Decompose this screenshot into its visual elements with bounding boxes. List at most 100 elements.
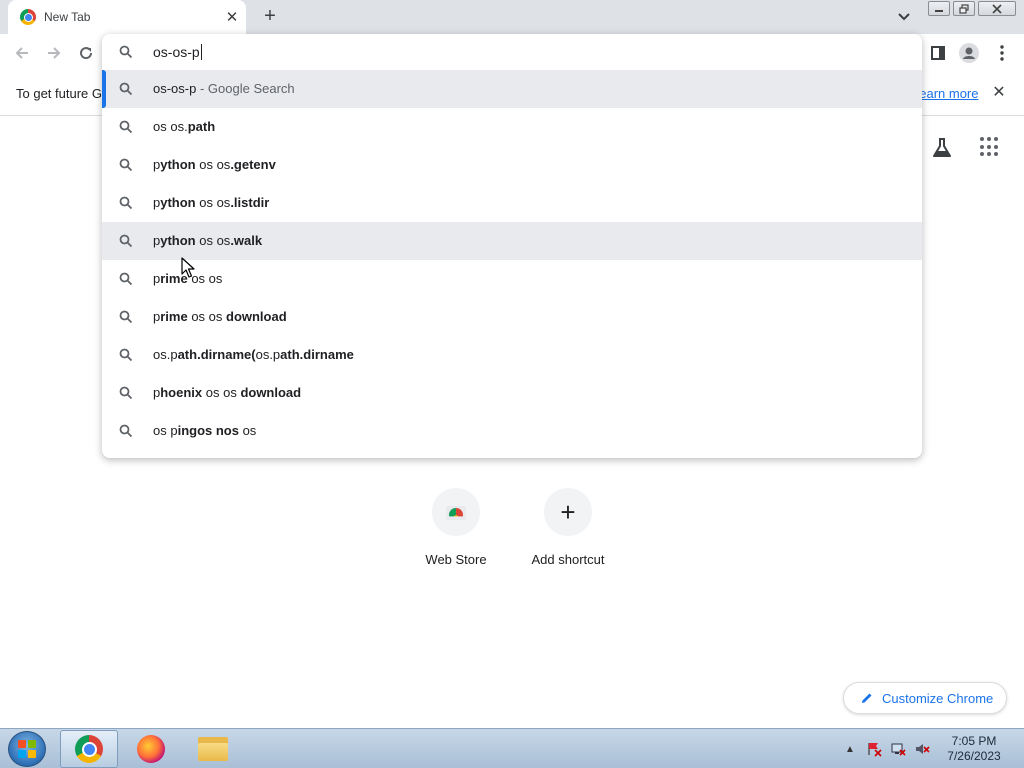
search-icon	[119, 272, 133, 286]
tab-title: New Tab	[44, 10, 91, 24]
suggestion-text: prime os os download	[153, 309, 287, 324]
suggestion-fragment: ython	[160, 195, 196, 210]
suggestion-text: phoenix os os download	[153, 385, 301, 400]
omnibox-suggestion[interactable]: python os os.walk	[102, 222, 922, 260]
clock-time: 7:05 PM	[951, 734, 997, 748]
tab-new-tab[interactable]: New Tab ✕	[8, 0, 246, 34]
firefox-icon	[137, 735, 165, 763]
omnibox-dropdown: os-os-p os-os-p - Google Search os os.pat…	[102, 34, 922, 458]
search-icon	[119, 386, 133, 400]
suggestion-fragment: os	[238, 423, 257, 438]
close-window-button[interactable]	[978, 1, 1016, 16]
tray-expand-icon[interactable]: ▲	[842, 741, 858, 757]
suggestion-fragment: os os	[187, 309, 226, 324]
chrome-menu-button[interactable]	[991, 42, 1013, 64]
taskbar-firefox[interactable]	[122, 730, 180, 768]
restore-icon	[959, 3, 969, 14]
suggestion-description: - Google Search	[196, 81, 295, 96]
omnibox-suggestion[interactable]: python os os.getenv	[102, 146, 922, 184]
suggestion-fragment: os.p	[153, 347, 178, 362]
suggestion-fragment: ath.dirname(	[177, 347, 256, 362]
new-tab-button[interactable]: +	[258, 6, 282, 28]
customize-chrome-button[interactable]: Customize Chrome	[843, 682, 1007, 714]
suggestion-text: os.path.dirname(os.path.dirname	[153, 347, 354, 362]
network-icon[interactable]	[890, 741, 906, 757]
clock-date: 7/26/2023	[947, 749, 1001, 763]
arrow-left-icon	[15, 47, 28, 59]
omnibox-suggestion[interactable]: os os.path	[102, 108, 922, 146]
system-tray: ▲	[842, 741, 930, 757]
google-apps-icon[interactable]	[980, 137, 1000, 157]
shortcut-label: Web Store	[425, 552, 487, 567]
suggestion-fragment: os os	[202, 385, 241, 400]
omnibox-input[interactable]: os-os-p	[102, 34, 922, 70]
suggestion-fragment: os os	[195, 233, 231, 248]
suggestion-fragment: ingos nos	[177, 423, 239, 438]
suggestion-fragment: os.p	[255, 347, 281, 362]
suggestion-fragment: rime	[160, 309, 188, 324]
suggestion-fragment: hoenix	[160, 385, 203, 400]
suggestion-fragment: .listdir	[230, 195, 270, 210]
minimize-icon	[935, 9, 943, 12]
taskbar-chrome[interactable]	[60, 730, 118, 768]
suggestion-text: python os os.listdir	[153, 195, 269, 210]
restore-button[interactable]	[953, 1, 975, 16]
info-bar-message: To get future G	[16, 86, 102, 101]
omnibox-suggestion[interactable]: prime os os	[102, 260, 922, 298]
mouse-cursor-icon	[181, 257, 195, 278]
side-panel-icon	[931, 46, 945, 60]
suggestion-fragment: download	[226, 309, 287, 324]
search-icon	[119, 45, 133, 59]
tab-strip: New Tab ✕ +	[0, 0, 1024, 34]
search-icon	[119, 234, 133, 248]
action-center-flag-icon[interactable]	[866, 741, 882, 757]
tab-close-icon[interactable]: ✕	[224, 9, 240, 26]
omnibox-suggestion[interactable]: os.path.dirname(os.path.dirname	[102, 336, 922, 374]
taskbar-explorer[interactable]	[184, 730, 242, 768]
suggestion-fragment: .getenv	[230, 157, 276, 172]
suggestion-fragment: ython	[160, 233, 196, 248]
suggestion-fragment: ython	[160, 157, 196, 172]
search-icon	[119, 424, 133, 438]
omnibox-suggestion[interactable]: os-os-p - Google Search	[102, 70, 922, 108]
taskbar-clock[interactable]: 7:05 PM 7/26/2023	[940, 734, 1008, 764]
close-icon	[992, 3, 1002, 14]
omnibox-suggestion[interactable]: prime os os download	[102, 298, 922, 336]
reload-button[interactable]	[74, 41, 98, 65]
suggestion-fragment: download	[240, 385, 302, 400]
info-bar-close-icon[interactable]: ✕	[990, 84, 1008, 102]
omnibox-suggestion[interactable]: os pingos nos os	[102, 412, 922, 450]
suggestion-fragment: os os	[195, 195, 231, 210]
suggestion-text: os os.path	[153, 119, 215, 134]
suggestion-text: os pingos nos os	[153, 423, 256, 438]
search-icon	[119, 120, 133, 134]
search-icon	[119, 82, 133, 96]
omnibox-suggestion[interactable]: python os os.listdir	[102, 184, 922, 222]
search-icon	[119, 196, 133, 210]
chrome-icon	[75, 735, 103, 763]
minimize-button[interactable]	[928, 1, 950, 16]
suggestion-fragment: path	[187, 119, 216, 134]
more-vert-icon	[1000, 45, 1004, 61]
pencil-icon	[862, 693, 872, 703]
forward-button[interactable]	[42, 41, 66, 65]
side-panel-button[interactable]	[927, 42, 949, 64]
suggestion-fragment: os p	[153, 423, 178, 438]
tab-search-chevron-icon[interactable]	[895, 9, 913, 25]
chrome-favicon-icon	[20, 9, 36, 25]
start-button[interactable]	[8, 731, 46, 767]
omnibox-suggestion[interactable]: phoenix os os download	[102, 374, 922, 412]
suggestion-text: python os os.getenv	[153, 157, 276, 172]
suggestion-fragment: ath.dirname	[280, 347, 354, 362]
profile-button[interactable]	[958, 42, 980, 64]
plus-icon: +	[544, 488, 592, 536]
customize-chrome-label: Customize Chrome	[882, 690, 994, 706]
reload-icon	[80, 47, 93, 60]
shortcut-add[interactable]: + Add shortcut	[512, 488, 624, 572]
windows-taskbar: ▲ 7:05 PM 7/26/2023	[0, 728, 1024, 768]
profile-avatar-icon	[959, 43, 979, 63]
back-button[interactable]	[10, 41, 34, 65]
volume-muted-icon[interactable]	[914, 741, 930, 757]
shortcut-web-store[interactable]: Web Store	[400, 488, 512, 572]
chrome-labs-icon[interactable]	[930, 136, 954, 160]
